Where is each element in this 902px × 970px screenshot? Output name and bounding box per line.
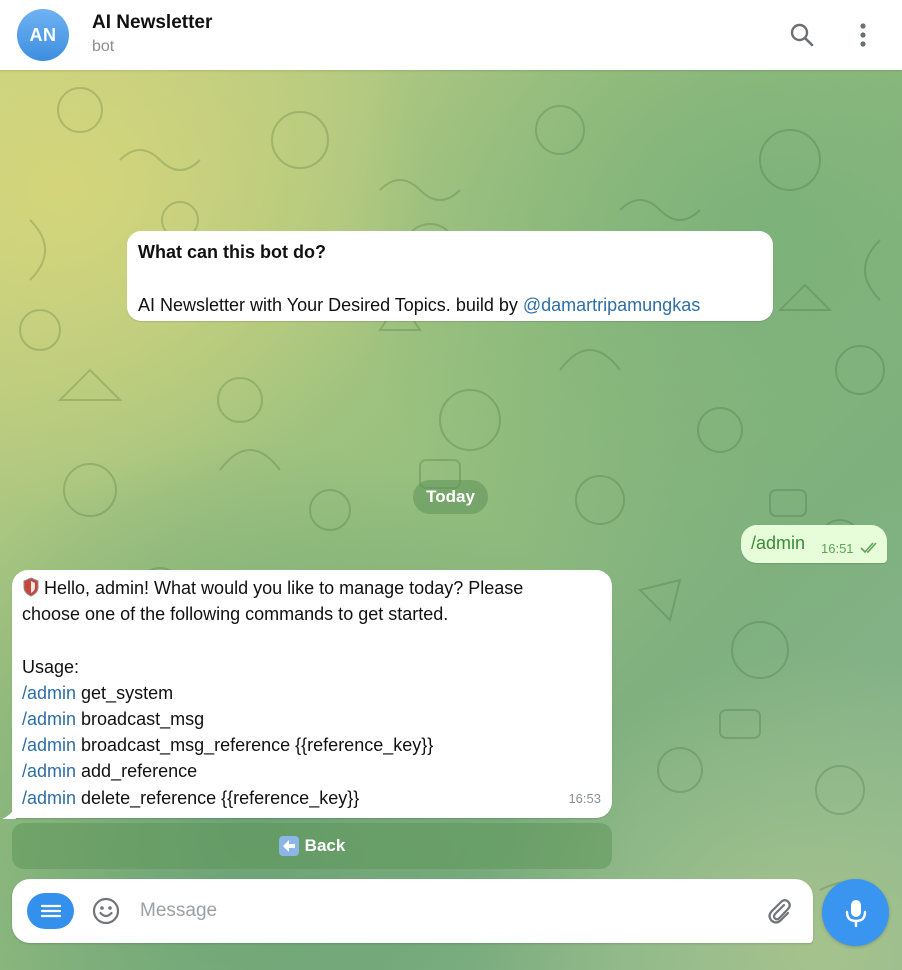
menu-icon (40, 904, 61, 918)
outgoing-message-time: 16:51 (821, 541, 854, 556)
microphone-icon (845, 899, 866, 927)
back-arrow-icon (278, 836, 299, 856)
date-separator: Today (413, 480, 488, 514)
chat-subtitle: bot (92, 38, 115, 55)
command-link[interactable]: /admin (22, 735, 76, 755)
command-arg: broadcast_msg (76, 709, 205, 729)
shield-icon (23, 577, 39, 597)
back-button-label: Back (304, 836, 346, 855)
outgoing-message[interactable]: /admin 16:51 (741, 525, 887, 563)
chat-title[interactable]: AI Newsletter (92, 12, 212, 34)
command-link[interactable]: /admin (22, 761, 76, 781)
command-arg: get_system (76, 682, 174, 703)
incoming-message[interactable]: Hello, admin! What would you like to man… (12, 570, 612, 818)
bot-info-question: What can this bot do? (138, 242, 326, 262)
usage-label: Usage: (22, 656, 80, 677)
outgoing-message-text: /admin (751, 533, 806, 553)
double-check-icon (860, 542, 877, 554)
author-link[interactable]: @damartripamungkas (523, 295, 700, 315)
message-line-2: choose one of the following commands to … (22, 604, 449, 625)
command-row: /admin get_system (22, 680, 602, 706)
command-row: /admin broadcast_msg_reference {{referen… (22, 732, 602, 758)
emoji-icon[interactable] (91, 896, 121, 926)
command-arg: broadcast_msg_reference {{reference_key}… (76, 735, 434, 756)
message-composer (12, 879, 813, 943)
bot-menu-button[interactable] (27, 893, 74, 929)
command-row: /admin delete_reference {{reference_key}… (22, 785, 602, 811)
command-link[interactable]: /admin (22, 709, 76, 729)
microphone-button[interactable] (822, 879, 889, 946)
bot-info-description: AI Newsletter with Your Desired Topics. … (138, 292, 762, 318)
command-link[interactable]: /admin (22, 788, 76, 808)
message-line-1: Hello, admin! What would you like to man… (44, 578, 524, 598)
paperclip-icon[interactable] (764, 896, 794, 926)
incoming-message-time: 16:53 (568, 790, 601, 806)
avatar[interactable]: AN (17, 9, 69, 61)
back-button[interactable]: Back (12, 823, 612, 869)
more-vertical-icon[interactable] (848, 20, 878, 50)
search-icon[interactable] (787, 20, 817, 50)
message-line: Hello, admin! What would you like to man… (22, 575, 602, 601)
chat-header: AN AI Newsletter bot (0, 0, 902, 70)
command-arg: add_reference (76, 761, 198, 782)
command-row: /admin broadcast_msg (22, 706, 602, 732)
command-link[interactable]: /admin (22, 683, 76, 703)
bot-info-text: AI Newsletter with Your Desired Topics. … (138, 295, 523, 315)
command-arg: delete_reference {{reference_key}} (76, 787, 360, 808)
message-input[interactable] (140, 895, 740, 927)
bot-info-card: What can this bot do? AI Newsletter with… (127, 231, 773, 321)
command-row: /admin add_reference (22, 758, 602, 784)
